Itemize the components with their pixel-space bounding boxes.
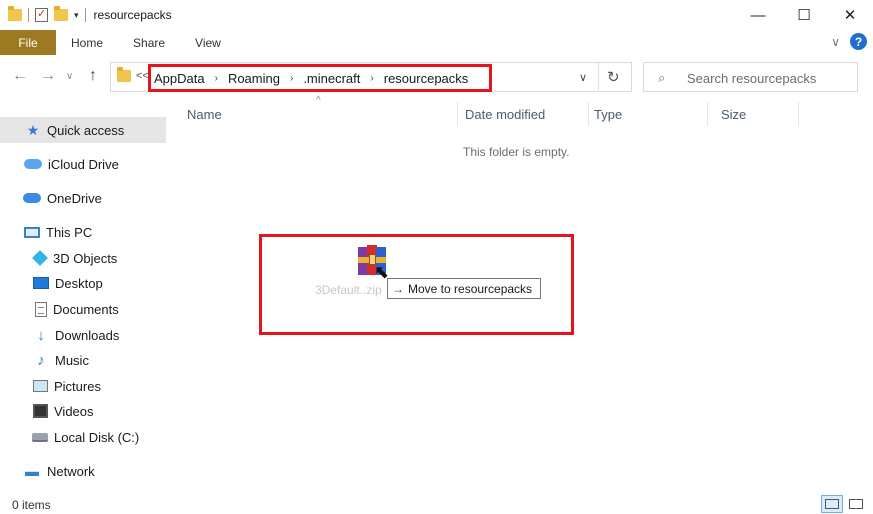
title-bar: ▾ resourcepacks — ☐ ✕ <box>0 0 873 30</box>
search-placeholder: Search resourcepacks <box>687 71 817 86</box>
file-explorer-window: ▾ resourcepacks — ☐ ✕ File Home Share Vi… <box>0 0 873 514</box>
videos-icon <box>33 404 48 418</box>
sidebar-item-label: Local Disk (C:) <box>54 429 140 445</box>
onedrive-icon <box>23 193 41 203</box>
help-icon[interactable]: ? <box>850 33 867 50</box>
toolbar-divider <box>84 8 86 22</box>
column-divider[interactable] <box>707 102 708 126</box>
download-icon: ↓ <box>37 326 45 344</box>
window-controls: — ☐ ✕ <box>735 0 873 30</box>
mouse-cursor-icon: ⬉ <box>374 262 390 282</box>
sidebar-item-label: Music <box>55 352 89 368</box>
sidebar-item-videos[interactable]: Videos <box>0 398 166 424</box>
document-icon <box>35 301 47 317</box>
search-icon: ⌕ <box>658 70 666 85</box>
column-divider[interactable] <box>457 102 458 126</box>
desktop-icon <box>33 277 49 289</box>
sidebar-item-icloud-drive[interactable]: iCloud Drive <box>0 151 166 177</box>
disk-icon <box>32 432 48 442</box>
toolbar-divider <box>28 8 29 22</box>
sidebar-item-label: Videos <box>54 403 94 419</box>
sidebar-item-label: Desktop <box>55 275 103 291</box>
sidebar-item-label: iCloud Drive <box>48 156 119 172</box>
window-title: resourcepacks <box>93 8 172 22</box>
expand-ribbon-icon[interactable]: ∨ <box>831 35 840 49</box>
tab-file[interactable]: File <box>0 30 56 55</box>
sidebar-item-documents[interactable]: Documents <box>0 296 166 322</box>
sidebar-item-onedrive[interactable]: OneDrive <box>0 185 166 211</box>
move-tooltip: → Move to resourcepacks <box>387 278 542 299</box>
minimize-button[interactable]: — <box>735 0 781 30</box>
column-header-name[interactable]: Name <box>187 99 222 129</box>
cloud-icon <box>24 159 42 169</box>
column-header-date-modified[interactable]: Date modified <box>465 99 545 129</box>
customize-toolbar-button[interactable]: ▾ <box>74 10 79 21</box>
network-icon: ▬ <box>25 463 39 479</box>
star-icon: ★ <box>26 121 40 138</box>
properties-icon[interactable] <box>35 7 48 22</box>
sidebar-item-downloads[interactable]: ↓ Downloads <box>0 322 166 348</box>
close-button[interactable]: ✕ <box>827 0 873 30</box>
maximize-button[interactable]: ☐ <box>781 0 827 30</box>
search-input[interactable]: ⌕ Search resourcepacks <box>643 62 858 92</box>
sidebar-item-pictures[interactable]: Pictures <box>0 373 166 399</box>
sidebar-item-label: This PC <box>46 224 93 240</box>
sidebar-item-3d-objects[interactable]: 3D Objects <box>0 245 166 271</box>
arrow-right-icon: → <box>392 281 404 296</box>
up-button[interactable]: ↑ <box>89 67 97 85</box>
sort-ascending-icon: ^ <box>316 95 321 106</box>
pictures-icon <box>33 380 48 392</box>
details-view-icon <box>825 499 839 509</box>
sidebar-item-label: Quick access <box>47 122 125 138</box>
sidebar-item-label: Network <box>47 463 95 479</box>
sidebar-item-label: Documents <box>53 301 119 317</box>
recent-locations-button[interactable]: ∨ <box>66 71 73 82</box>
column-header-size[interactable]: Size <box>721 99 746 129</box>
sidebar-item-label: Downloads <box>55 327 120 343</box>
sidebar-item-desktop[interactable]: Desktop <box>0 270 166 296</box>
column-divider[interactable] <box>798 102 799 126</box>
sidebar-item-music[interactable]: ♪ Music <box>0 347 166 373</box>
new-folder-icon[interactable] <box>54 6 68 21</box>
sidebar-item-network[interactable]: ▬ Network <box>0 458 166 484</box>
tab-view[interactable]: View <box>180 36 236 50</box>
folder-icon <box>8 6 22 21</box>
chevron-down-icon[interactable]: ∨ <box>579 71 587 84</box>
sidebar-item-quick-access[interactable]: ★ Quick access <box>0 117 166 143</box>
column-divider[interactable] <box>588 102 589 126</box>
tooltip-text: Move to resourcepacks <box>408 281 533 296</box>
details-view-button[interactable] <box>821 495 843 513</box>
dragged-file-name: 3Default..zip <box>315 283 382 297</box>
back-button[interactable]: ← <box>12 67 28 85</box>
empty-folder-message: This folder is empty. <box>463 145 570 159</box>
tab-share[interactable]: Share <box>118 36 180 50</box>
sidebar-item-local-disk[interactable]: Local Disk (C:) <box>0 424 166 450</box>
music-icon: ♪ <box>37 351 45 369</box>
folder-icon <box>117 67 131 82</box>
item-count: 0 items <box>12 498 51 512</box>
navigation-pane: ★ Quick access iCloud Drive OneDrive Thi… <box>0 117 166 487</box>
address-overflow[interactable]: << <box>136 70 149 82</box>
status-bar: 0 items <box>0 490 873 514</box>
ribbon-right: ∨ ? <box>831 33 867 50</box>
large-icons-view-button[interactable] <box>845 495 867 513</box>
ribbon-tabs: File Home Share View ∨ ? <box>0 30 873 55</box>
sidebar-item-this-pc[interactable]: This PC <box>0 219 166 245</box>
tab-home[interactable]: Home <box>56 36 118 50</box>
column-header-type[interactable]: Type <box>594 99 622 129</box>
sidebar-item-label: Pictures <box>54 378 101 394</box>
pc-icon <box>24 226 40 238</box>
address-highlight-box <box>148 64 492 92</box>
refresh-icon[interactable]: ↻ <box>607 68 620 86</box>
quick-access-toolbar: ▾ <box>0 6 86 22</box>
cube-icon <box>32 250 48 266</box>
sidebar-item-label: 3D Objects <box>53 250 118 266</box>
large-icons-view-icon <box>849 499 863 509</box>
forward-button[interactable]: → <box>40 67 56 85</box>
divider <box>598 63 599 91</box>
sidebar-item-label: OneDrive <box>47 190 102 206</box>
